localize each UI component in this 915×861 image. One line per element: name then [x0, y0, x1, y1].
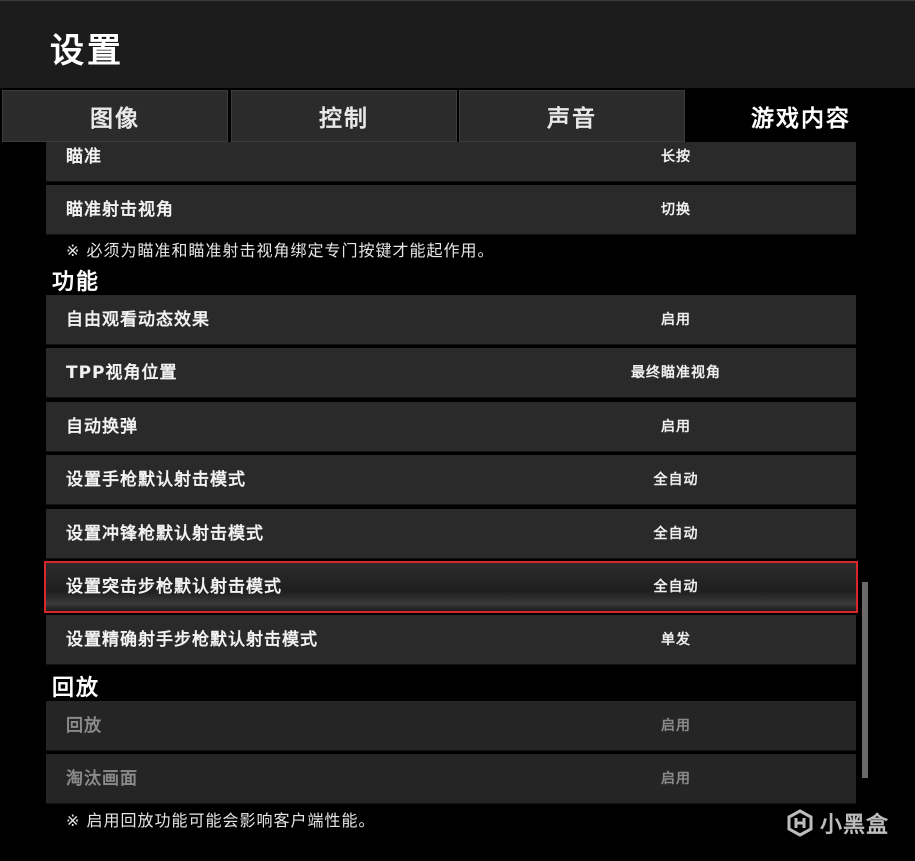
- replay-note: ※ 启用回放功能可能会影响客户端性能。: [66, 811, 376, 830]
- setting-row-ar-firemode[interactable]: 设置突击步枪默认射击模式 全自动: [46, 562, 856, 612]
- setting-value[interactable]: 最终瞄准视角: [606, 348, 746, 398]
- setting-row-pistol-firemode[interactable]: 设置手枪默认射击模式 全自动: [46, 455, 856, 505]
- setting-row-auto-reload[interactable]: 自动换弹 启用: [46, 402, 856, 452]
- settings-list: 瞄准 长按 瞄准射击视角 切换 ※ 必须为瞄准和瞄准射击视角绑定专门按键才能起作…: [0, 142, 915, 861]
- heybox-logo-icon: [787, 809, 813, 837]
- setting-row-ads-view[interactable]: 瞄准射击视角 切换: [46, 185, 856, 235]
- setting-value[interactable]: 启用: [606, 754, 746, 804]
- setting-label: 回放: [66, 716, 102, 736]
- setting-row-tpp-position[interactable]: TPP视角位置 最终瞄准视角: [46, 348, 856, 398]
- watermark: 小黑盒: [786, 807, 889, 839]
- setting-row-smg-firemode[interactable]: 设置冲锋枪默认射击模式 全自动: [46, 509, 856, 559]
- setting-label: 设置手枪默认射击模式: [66, 470, 246, 490]
- setting-value[interactable]: 全自动: [606, 562, 746, 612]
- setting-value[interactable]: 单发: [606, 615, 746, 665]
- setting-value[interactable]: 启用: [606, 701, 746, 751]
- scrollbar-thumb[interactable]: [862, 582, 868, 778]
- tab-gameplay[interactable]: 游戏内容: [687, 90, 915, 142]
- setting-label: 自动换弹: [66, 417, 138, 437]
- watermark-text: 小黑盒: [819, 813, 889, 838]
- aim-note: ※ 必须为瞄准和瞄准射击视角绑定专门按键才能起作用。: [66, 241, 495, 260]
- setting-value[interactable]: 全自动: [606, 509, 746, 559]
- setting-label: 设置冲锋枪默认射击模式: [66, 524, 264, 544]
- setting-value[interactable]: 启用: [606, 295, 746, 345]
- section-title-functions: 功能: [52, 270, 101, 295]
- setting-row-dmr-firemode[interactable]: 设置精确射手步枪默认射击模式 单发: [46, 615, 856, 665]
- setting-row-deathcam[interactable]: 淘汰画面 启用: [46, 754, 856, 804]
- setting-value[interactable]: 启用: [606, 402, 746, 452]
- settings-header: 设置: [0, 0, 915, 88]
- setting-value[interactable]: 长按: [606, 142, 746, 182]
- tab-controls[interactable]: 控制: [231, 90, 457, 142]
- setting-row-replay[interactable]: 回放 启用: [46, 701, 856, 751]
- setting-value[interactable]: 切换: [606, 185, 746, 235]
- setting-label: TPP视角位置: [66, 363, 178, 383]
- page-title: 设置: [50, 31, 124, 71]
- setting-label: 瞄准射击视角: [66, 200, 174, 220]
- setting-value[interactable]: 全自动: [606, 455, 746, 505]
- tab-graphics[interactable]: 图像: [2, 90, 228, 142]
- setting-row-aim[interactable]: 瞄准 长按: [46, 142, 856, 182]
- setting-row-freelook[interactable]: 自由观看动态效果 启用: [46, 295, 856, 345]
- settings-tabs: 图像 控制 声音 游戏内容: [0, 88, 915, 142]
- tab-sound[interactable]: 声音: [459, 90, 685, 142]
- section-title-replay: 回放: [52, 676, 101, 701]
- setting-label: 淘汰画面: [66, 769, 138, 789]
- setting-label: 瞄准: [66, 147, 102, 167]
- setting-label: 设置精确射手步枪默认射击模式: [66, 630, 318, 650]
- setting-label: 自由观看动态效果: [66, 310, 210, 330]
- setting-label: 设置突击步枪默认射击模式: [66, 577, 282, 597]
